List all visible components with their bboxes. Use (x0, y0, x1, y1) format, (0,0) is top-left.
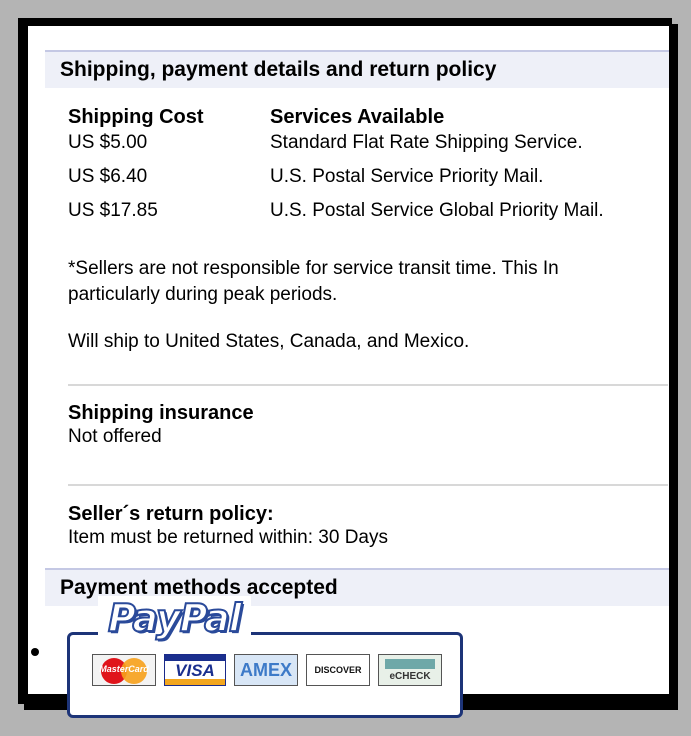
shipping-insurance-block: Shipping insurance Not offered (68, 401, 254, 449)
column-header-cost: Shipping Cost (68, 106, 204, 128)
shipping-service: Standard Flat Rate Shipping Service. (270, 132, 583, 153)
shipping-insurance-title: Shipping insurance (68, 402, 254, 424)
return-policy-block: Seller´s return policy: Item must be ret… (68, 502, 388, 550)
list-bullet (31, 648, 39, 656)
content-panel: Shipping, payment details and return pol… (28, 26, 669, 694)
visa-icon: VISA (164, 654, 226, 686)
shipping-section-header: Shipping, payment details and return pol… (45, 50, 669, 88)
paypal-logo: PayPal (98, 595, 251, 641)
divider (68, 384, 668, 386)
shipping-cost: US $5.00 (68, 132, 148, 153)
transit-time-note: *Sellers are not responsible for service… (68, 256, 559, 308)
shipping-cost: US $6.40 (68, 166, 148, 187)
divider (68, 484, 668, 486)
shipping-service: U.S. Postal Service Global Priority Mail… (270, 200, 604, 221)
echeck-icon: eCHECK (378, 654, 442, 686)
return-policy-value: Item must be returned within: 30 Days (68, 527, 388, 548)
column-header-services: Services Available (270, 106, 445, 128)
ship-to-text: Will ship to United States, Canada, and … (68, 331, 470, 352)
return-policy-title: Seller´s return policy: (68, 503, 274, 525)
amex-icon: AMEX (234, 654, 298, 686)
note-line: *Sellers are not responsible for service… (68, 258, 559, 279)
note-line: particularly during peak periods. (68, 284, 338, 305)
shipping-insurance-value: Not offered (68, 426, 162, 447)
shipping-cost: US $17.85 (68, 200, 158, 221)
discover-icon: DISCOVER (306, 654, 370, 686)
shipping-service: U.S. Postal Service Priority Mail. (270, 166, 544, 187)
mastercard-icon: MasterCard (92, 654, 156, 686)
